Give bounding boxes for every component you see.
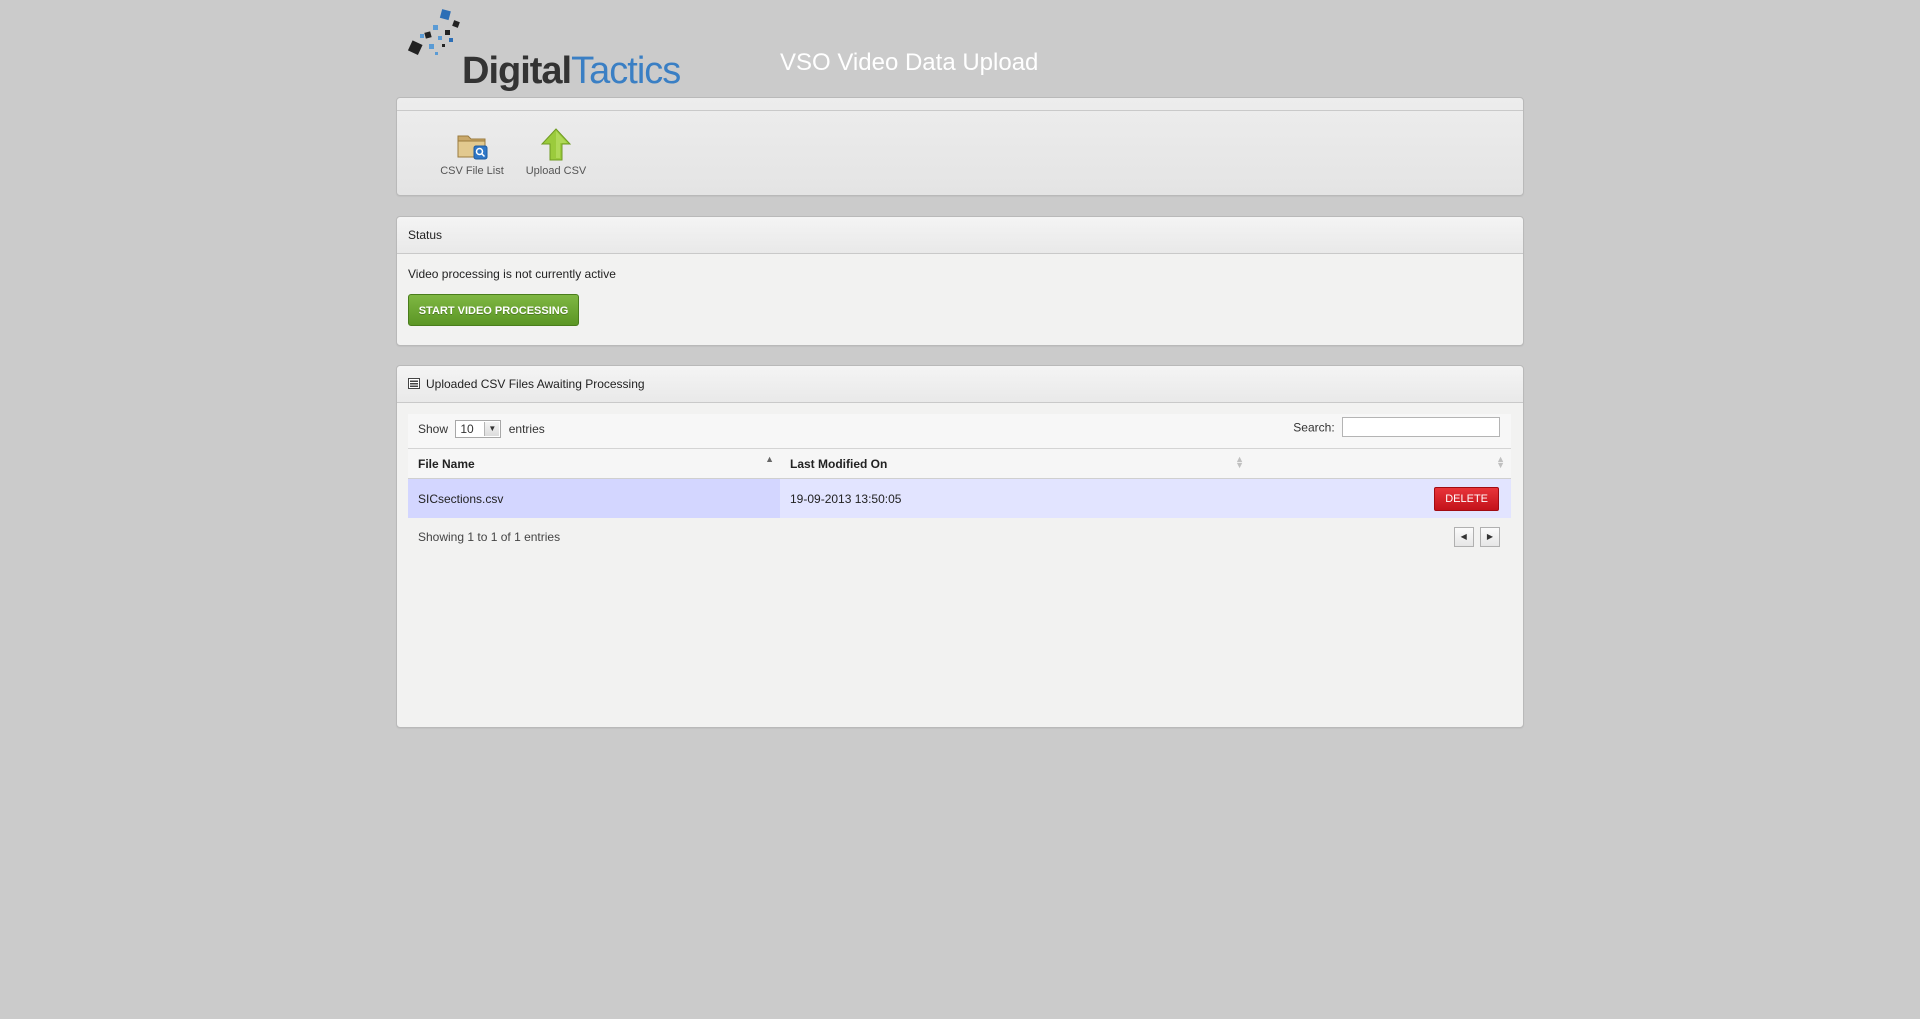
files-panel-header: Uploaded CSV Files Awaiting Processing	[397, 366, 1523, 403]
logo-word-digital: Digital	[462, 50, 572, 92]
status-panel-title: Status	[397, 217, 1523, 254]
files-table-wrapper: Show 10 ▼ entries Search: File Name ▲ La…	[408, 414, 1511, 558]
status-panel: Status Video processing is not currently…	[396, 216, 1524, 346]
toolbar-panel: CSV File List Upload CSV	[396, 97, 1524, 196]
uploaded-files-panel: Uploaded CSV Files Awaiting Processing S…	[396, 365, 1524, 728]
files-panel-title: Uploaded CSV Files Awaiting Processing	[426, 377, 645, 391]
search-input[interactable]	[1342, 417, 1500, 437]
logo-squares-icon	[407, 9, 460, 55]
table-footer: Showing 1 to 1 of 1 entries ◀ ▶	[408, 518, 1511, 558]
csv-file-list-label: CSV File List	[440, 165, 504, 177]
chevron-right-icon: ▶	[1486, 532, 1494, 541]
delete-button[interactable]: DELETE	[1434, 486, 1499, 511]
column-header-last-modified[interactable]: Last Modified On ▲ ▼	[780, 449, 1250, 479]
table-row[interactable]: SICsections.csv 19-09-2013 13:50:05 DELE…	[408, 478, 1511, 518]
table-info: Showing 1 to 1 of 1 entries	[418, 530, 561, 544]
column-header-file-name-label: File Name	[418, 456, 475, 471]
table-header-row: File Name ▲ Last Modified On ▲ ▼ ▲ ▼	[408, 449, 1511, 479]
upload-arrow-icon	[540, 128, 572, 161]
files-table: File Name ▲ Last Modified On ▲ ▼ ▲ ▼ SIC…	[408, 449, 1511, 518]
page-container: DigitalTactics VSO Video Data Upload CSV…	[396, 0, 1524, 728]
previous-page-button[interactable]: ◀	[1453, 527, 1474, 547]
page-header: DigitalTactics VSO Video Data Upload	[396, 0, 1524, 97]
csv-file-list-button[interactable]: CSV File List	[432, 128, 512, 177]
entries-label: entries	[508, 422, 545, 437]
column-header-actions[interactable]: ▲ ▼	[1250, 449, 1511, 479]
page-length-select[interactable]: 10 ▼	[455, 420, 502, 438]
upload-csv-label: Upload CSV	[525, 165, 587, 177]
toolbar-divider	[397, 110, 1523, 111]
sort-both-icon: ▲ ▼	[1235, 454, 1244, 470]
status-message: Video processing is not currently active	[408, 267, 616, 281]
show-label: Show	[418, 422, 449, 437]
files-list-icon	[408, 377, 420, 389]
pagination: ◀ ▶	[1451, 527, 1500, 547]
page-length-value: 10	[460, 422, 474, 436]
search-control: Search:	[1293, 417, 1500, 437]
logo-word-tactics: Tactics	[571, 50, 681, 92]
upload-csv-button[interactable]: Upload CSV	[516, 128, 596, 177]
digital-tactics-logo: DigitalTactics	[407, 8, 681, 92]
chevron-left-icon: ◀	[1460, 532, 1467, 541]
sort-both-icon: ▲ ▼	[1496, 454, 1505, 470]
actions-cell: DELETE	[1250, 478, 1511, 518]
column-header-last-modified-label: Last Modified On	[790, 456, 888, 471]
page-title: VSO Video Data Upload	[780, 49, 1039, 76]
next-page-button[interactable]: ▶	[1480, 527, 1500, 547]
search-label: Search:	[1293, 420, 1335, 435]
start-video-processing-button[interactable]: START VIDEO PROCESSING	[408, 294, 579, 326]
sort-ascending-icon: ▲	[765, 454, 774, 464]
page-length-control: Show 10 ▼ entries	[418, 420, 545, 438]
file-name-cell: SICsections.csv	[408, 478, 780, 518]
table-controls: Show 10 ▼ entries Search:	[408, 414, 1511, 449]
chevron-down-icon: ▼	[484, 422, 500, 436]
folder-search-icon	[457, 135, 488, 160]
logo-wordmark: DigitalTactics	[462, 50, 681, 93]
last-modified-cell: 19-09-2013 13:50:05	[780, 478, 1250, 518]
column-header-file-name[interactable]: File Name ▲	[408, 449, 780, 479]
